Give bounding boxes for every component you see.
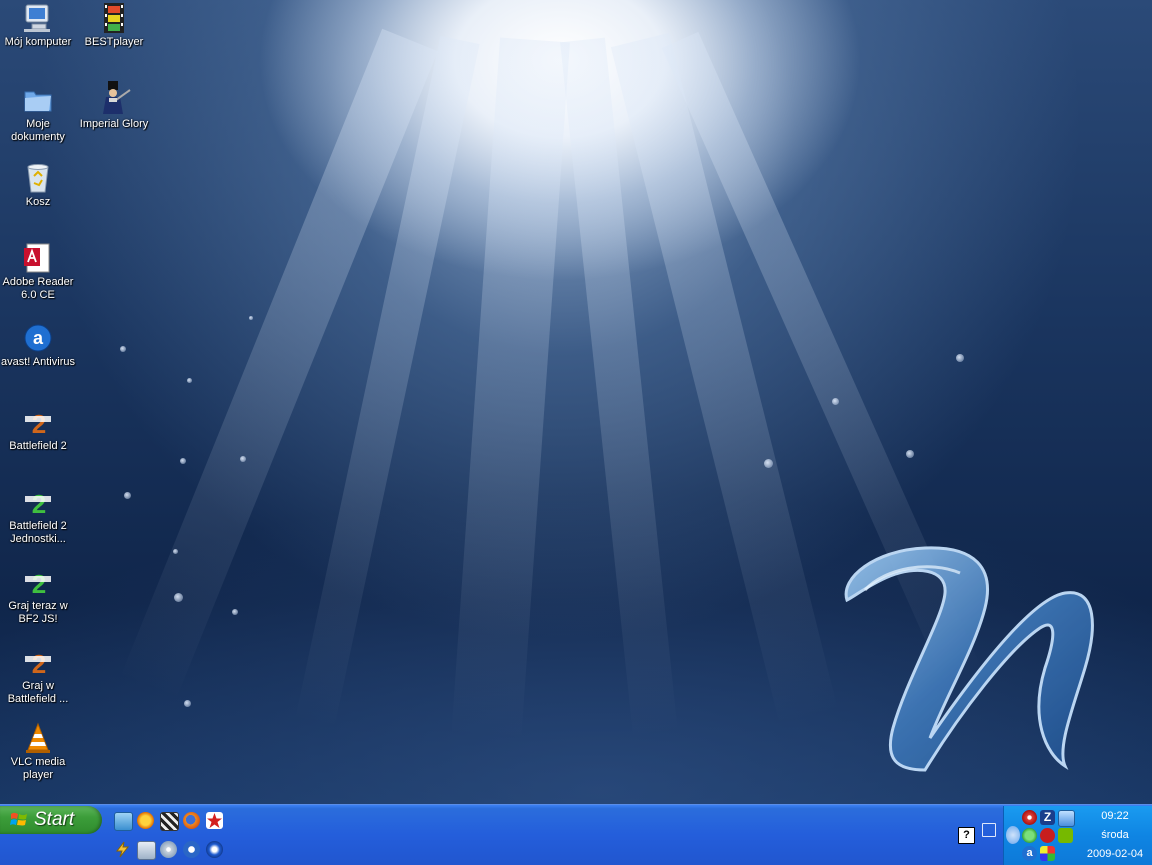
start-label: Start <box>34 809 75 830</box>
desktop-icon-play-bf2-sf[interactable]: 2 Graj teraz w BF2 JS! <box>0 566 76 626</box>
bubble <box>174 593 183 602</box>
bubble <box>180 458 186 464</box>
film-strip-icon <box>98 2 130 34</box>
bubble <box>184 700 191 707</box>
desktop[interactable]: Mój komputer Moje dokumenty Kosz Adobe R… <box>0 0 1152 804</box>
desktop-icon-label: Mój komputer <box>4 36 72 48</box>
chevron-left-icon[interactable] <box>1006 826 1020 844</box>
desktop-icon-my-documents[interactable]: Moje dokumenty <box>0 84 76 144</box>
bubble <box>124 492 131 499</box>
people-icon[interactable] <box>137 841 156 860</box>
clock-time[interactable]: 09:22 <box>1080 810 1150 822</box>
show-desktop-icon[interactable] <box>114 812 133 831</box>
avast-icon: a <box>22 322 54 354</box>
desktop-icon-imperial-glory[interactable]: Imperial Glory <box>76 80 152 131</box>
nvidia-icon[interactable] <box>1058 828 1073 843</box>
system-tray[interactable]: Z a 09:22 środa 2009-02-04 <box>1003 806 1152 865</box>
zonealarm-icon[interactable]: Z <box>1040 810 1055 825</box>
lightning-icon[interactable] <box>114 841 131 858</box>
battlefield2-icon: 2 <box>22 406 54 439</box>
desktop-icon-label: Moje dokumenty <box>11 118 65 143</box>
desktop-icon-label: Battlefield 2 <box>9 440 67 452</box>
network-icon[interactable] <box>1058 810 1075 827</box>
svg-text:2: 2 <box>32 569 46 598</box>
desktop-icon-vlc[interactable]: VLC media player <box>0 722 76 782</box>
folder-icon <box>22 84 54 116</box>
bubble <box>120 346 126 352</box>
my-computer-icon <box>22 2 54 34</box>
soldier-game-icon <box>96 80 132 116</box>
desktop-icon-play-battlefield[interactable]: 2 Graj w Battlefield ... <box>0 646 76 706</box>
desktop-icon-recycle-bin[interactable]: Kosz <box>0 162 76 209</box>
desktop-icon-label: avast! Antivirus <box>1 356 75 368</box>
desktop-icon-avast[interactable]: a avast! Antivirus <box>0 322 76 369</box>
sun-icon[interactable] <box>137 812 154 829</box>
windows-logo-icon <box>10 812 27 826</box>
clapperboard-icon[interactable] <box>160 812 179 831</box>
adobe-reader-icon <box>22 242 54 274</box>
grid-icon[interactable] <box>1040 846 1055 861</box>
svg-text:2: 2 <box>32 409 46 438</box>
bubble <box>956 354 964 362</box>
avast-tray-icon[interactable]: a <box>1022 846 1037 861</box>
flash-icon[interactable] <box>1040 828 1055 843</box>
recycle-bin-icon <box>22 162 54 194</box>
bubble <box>906 450 914 458</box>
desktop-icon-battlefield2[interactable]: 2 Battlefield 2 <box>0 406 76 453</box>
clock-date[interactable]: 2009-02-04 <box>1080 848 1150 860</box>
messenger-icon[interactable] <box>1022 828 1037 843</box>
battlefield2-special-forces-icon: 2 <box>22 566 54 599</box>
cd-icon[interactable] <box>160 841 177 858</box>
vlc-cone-icon <box>22 722 54 754</box>
desktop-icon-label: Battlefield 2 Jednostki... <box>9 520 67 545</box>
desktop-icon-my-computer[interactable]: Mój komputer <box>0 2 76 49</box>
media-icon[interactable] <box>183 841 200 858</box>
desktop-icon-bestplayer[interactable]: BESTplayer <box>76 2 152 49</box>
desktop-icon-label: Graj teraz w BF2 JS! <box>8 600 68 625</box>
bubble <box>764 459 773 468</box>
desktop-icon-label: Adobe Reader 6.0 CE <box>2 276 74 301</box>
help-icon[interactable]: ? <box>958 827 975 844</box>
red-star-icon[interactable] <box>206 812 223 829</box>
desktop-icon-label: Imperial Glory <box>79 118 149 130</box>
desktop-icon-battlefield2-special-forces[interactable]: 2 Battlefield 2 Jednostki... <box>0 486 76 546</box>
blue-swirl-icon[interactable] <box>206 841 223 858</box>
bubble <box>240 456 246 462</box>
light-ray <box>451 37 570 741</box>
bubble <box>173 549 178 554</box>
bubble <box>232 609 238 615</box>
desktop-icon-adobe-reader[interactable]: Adobe Reader 6.0 CE <box>0 242 76 302</box>
clock-day[interactable]: środa <box>1080 829 1150 841</box>
svg-text:2: 2 <box>32 489 46 518</box>
restore-icon[interactable] <box>982 823 996 837</box>
bubble <box>249 316 253 320</box>
battlefield2-special-forces-icon: 2 <box>22 486 54 519</box>
desktop-icon-label: Kosz <box>25 196 51 208</box>
firefox-icon[interactable] <box>183 812 200 829</box>
n-logo-wallpaper <box>844 546 1094 772</box>
battlefield2-icon: 2 <box>22 646 54 679</box>
start-button[interactable]: Start <box>0 806 102 834</box>
desktop-icon-label: BESTplayer <box>84 36 144 48</box>
desktop-icon-label: Graj w Battlefield ... <box>7 680 69 705</box>
svg-text:a: a <box>33 328 44 348</box>
gear-tray-icon[interactable] <box>1022 810 1037 825</box>
bubble <box>832 398 839 405</box>
taskbar[interactable]: Start ? Z a 09:22 środa 2009-02-04 <box>0 804 1152 865</box>
svg-text:2: 2 <box>32 649 46 678</box>
bubble <box>187 378 192 383</box>
desktop-icon-label: VLC media player <box>10 756 66 781</box>
